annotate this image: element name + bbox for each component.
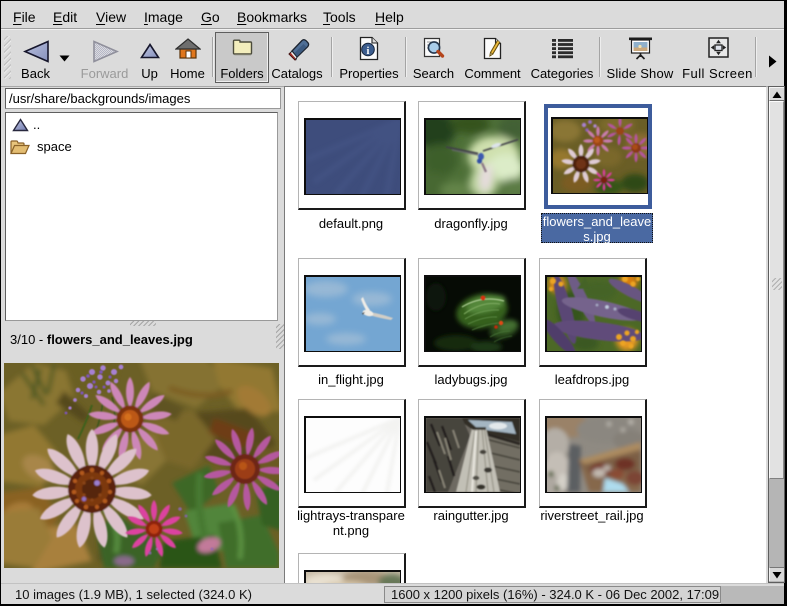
svg-text:i: i bbox=[367, 46, 370, 57]
